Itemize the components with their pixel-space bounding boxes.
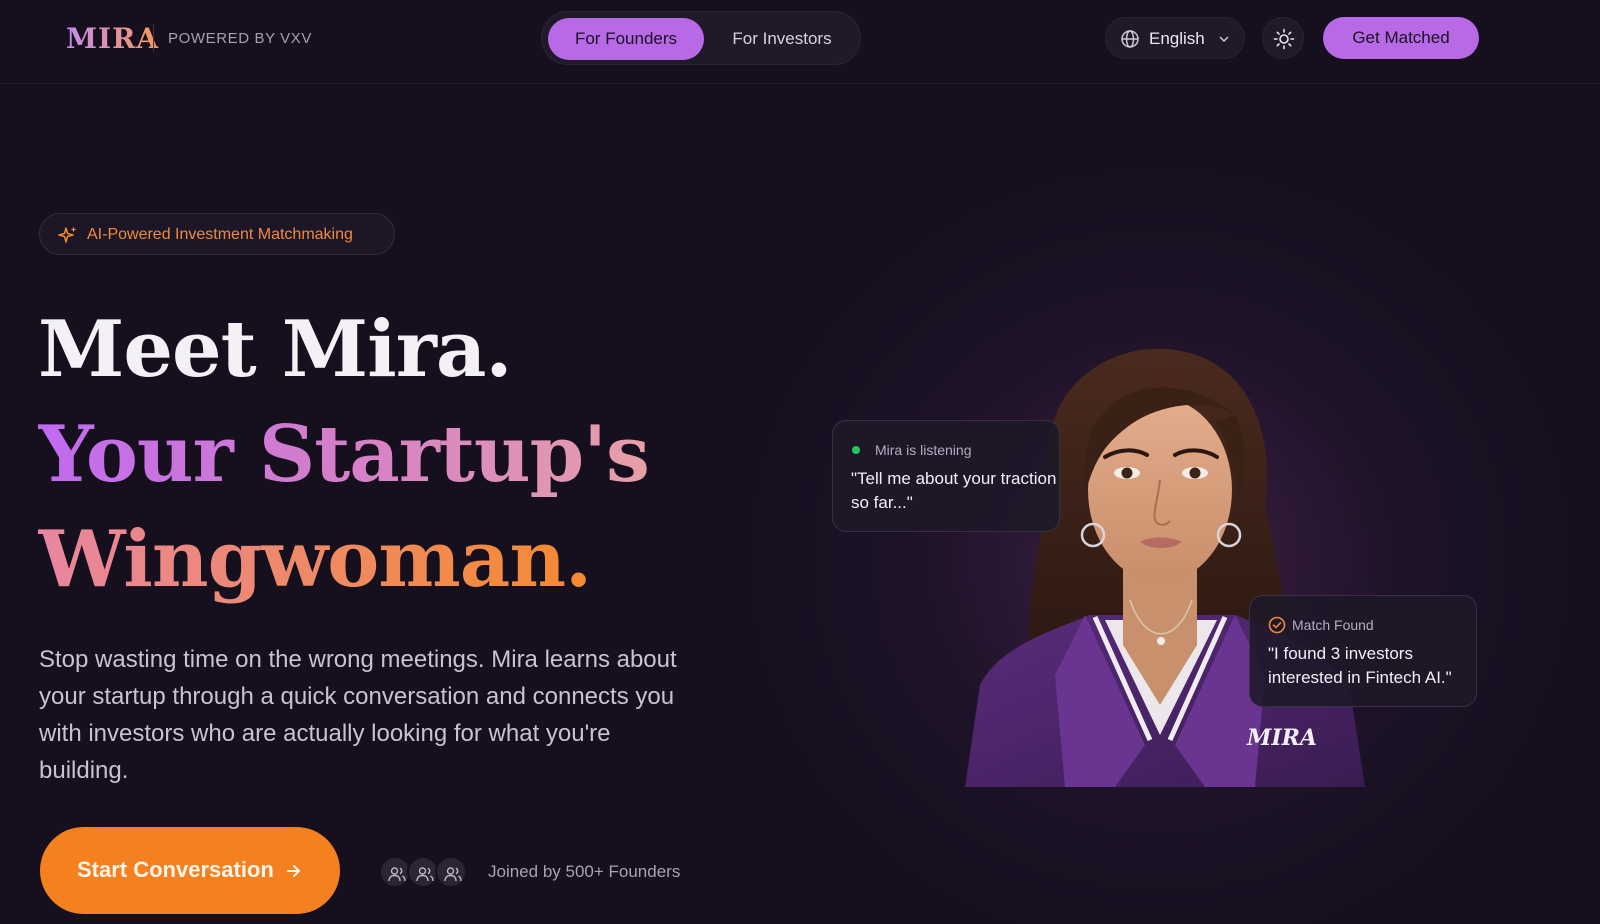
tab-for-investors[interactable]: For Investors [706,18,858,60]
sparkles-icon [58,226,77,243]
top-navbar: MIRA POWERED BY VXV For Founders For Inv… [0,0,1600,84]
tab-for-founders[interactable]: For Founders [548,18,704,60]
sun-icon [1273,28,1295,50]
hero-badge: AI-Powered Investment Matchmaking [39,213,395,255]
landing-page: MIRA POWERED BY VXV For Founders For Inv… [0,0,1600,924]
language-select[interactable]: English [1105,17,1245,59]
theme-toggle-button[interactable] [1262,17,1304,59]
match-found-card: Match Found "I found 3 investors interes… [1249,595,1477,707]
mira-portrait: MIRA [965,348,1365,787]
headline-line-3: Wingwoman. [38,510,592,610]
headline-line-1: Meet Mira. [38,304,513,395]
globe-icon [1121,30,1139,48]
listening-quote: "Tell me about your traction so far..." [851,469,1057,512]
match-quote: "I found 3 investors interested in Finte… [1268,644,1452,687]
founder-avatars [379,856,469,888]
chevron-down-icon [1219,36,1229,43]
check-circle-icon [1268,616,1286,634]
listening-status-text: Mira is listening [875,442,972,458]
logo-divider [153,24,154,52]
listening-status-dot [852,446,860,454]
audience-toggle: For Founders For Investors [541,11,861,65]
listening-card: Mira is listening "Tell me about your tr… [832,420,1060,532]
hero-description: Stop wasting time on the wrong meetings.… [39,646,677,784]
start-conversation-label: Start Conversation [77,857,274,882]
language-label: English [1149,29,1205,48]
match-status-text: Match Found [1292,617,1374,633]
users-icon [435,856,467,888]
get-matched-button[interactable]: Get Matched [1323,17,1479,59]
mira-logo[interactable]: MIRA [66,22,159,55]
jacket-brand-text: MIRA [1246,725,1317,751]
start-conversation-button[interactable]: Start Conversation [40,827,340,914]
headline-line-2: Your Startup's [38,405,650,505]
social-proof-text: Joined by 500+ Founders [488,862,681,881]
hero-badge-text: AI-Powered Investment Matchmaking [87,226,353,243]
powered-by-label: POWERED BY VXV [168,30,312,47]
arrow-right-icon [287,865,300,877]
